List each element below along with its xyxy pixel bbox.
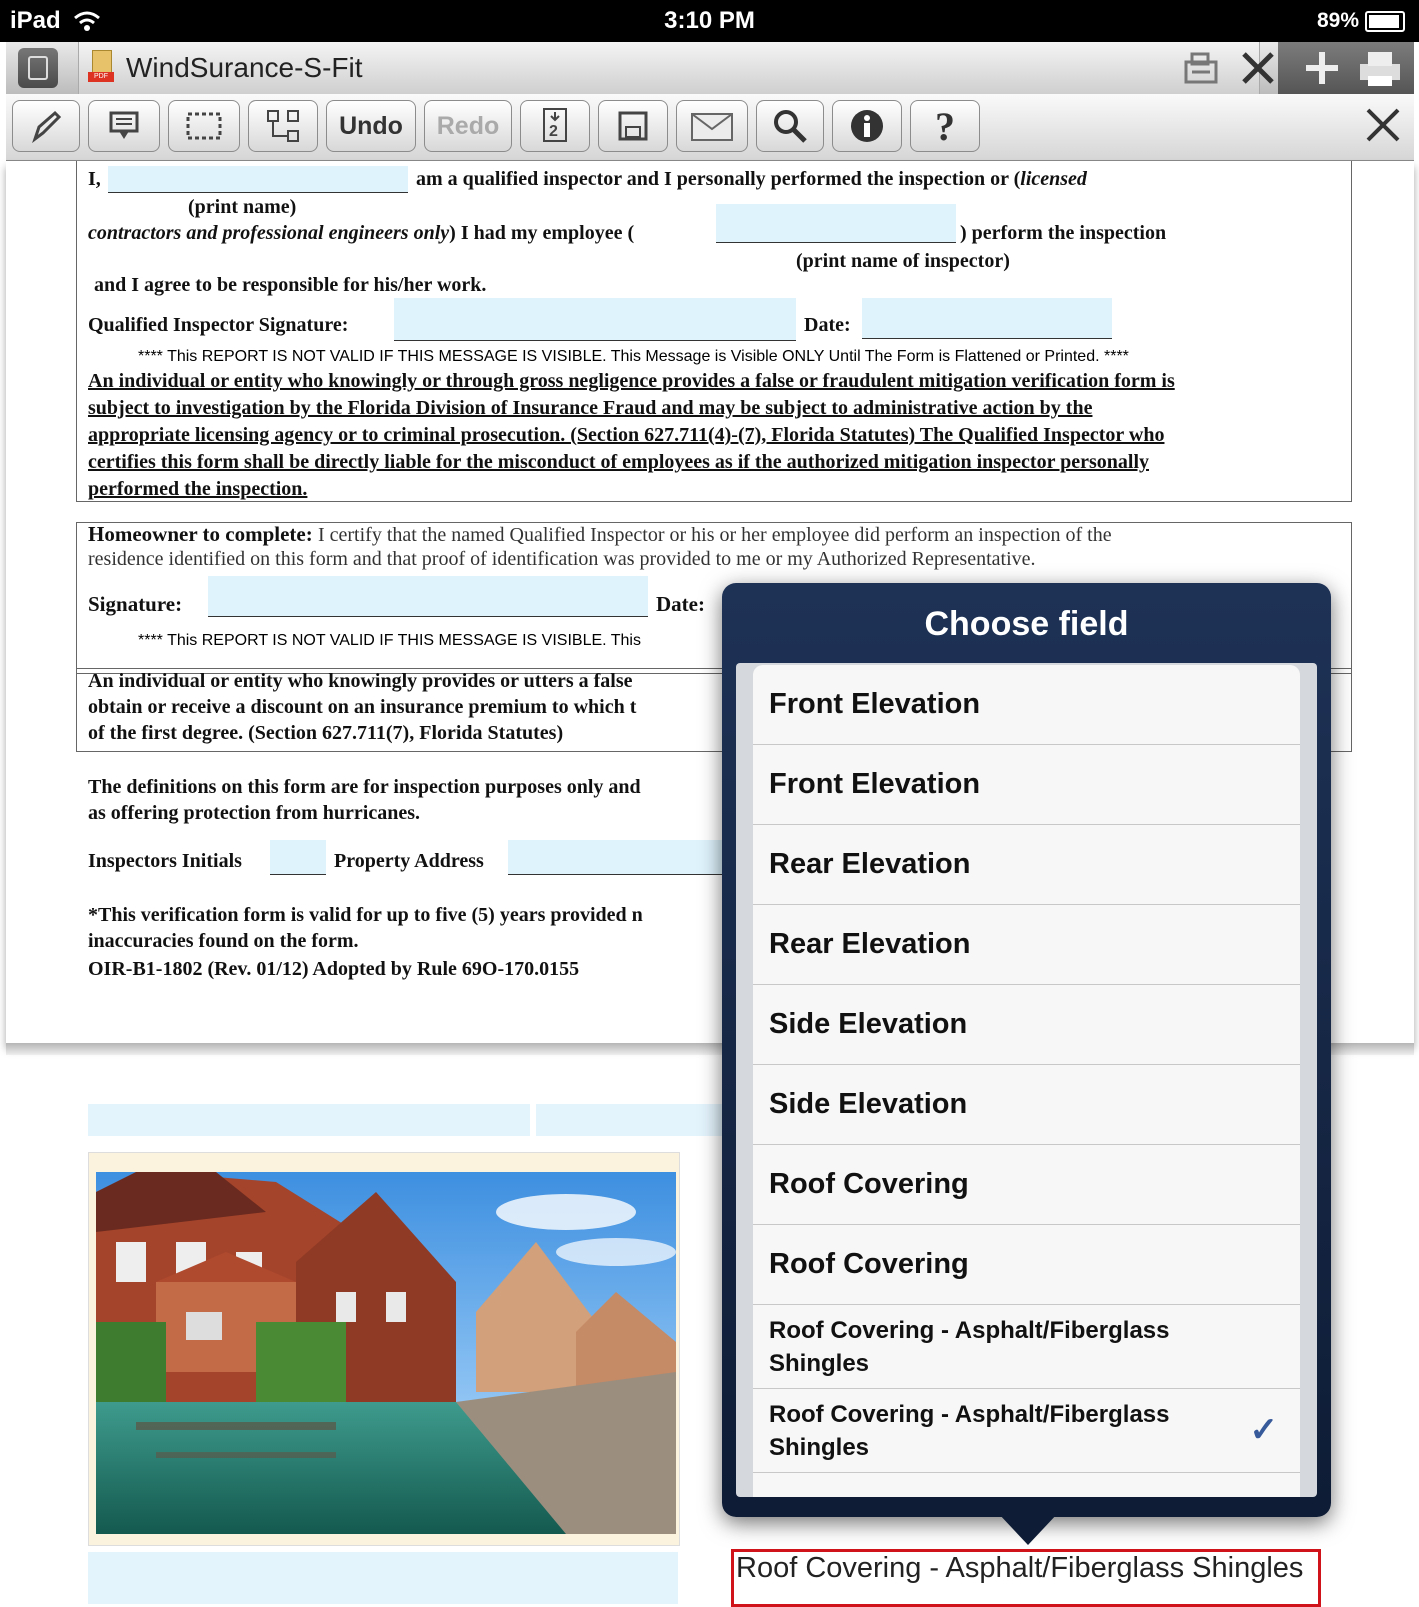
- clock: 3:10 PM: [664, 7, 755, 34]
- field-option-front-elevation-2[interactable]: Front Elevation: [753, 745, 1300, 825]
- property-address-label: Property Address: [334, 850, 484, 872]
- inspectors-initials-field[interactable]: [270, 840, 326, 875]
- homeowner-text-2: residence identified on this form and th…: [88, 548, 1036, 570]
- toolbar: Undo Redo 2 ?: [6, 94, 1414, 162]
- option-label: Side Elevation: [769, 1008, 968, 1040]
- close-document-icon[interactable]: [1364, 106, 1402, 144]
- roof-covering-field[interactable]: Roof Covering - Asphalt/Fiberglass Shing…: [731, 1549, 1321, 1607]
- search-button[interactable]: [756, 100, 824, 152]
- envelope-icon: [691, 113, 733, 141]
- document-title: WindSurance-S-Fit: [126, 52, 363, 83]
- field-option-rear-elevation-2[interactable]: Rear Elevation: [753, 905, 1300, 985]
- connect-fields-button[interactable]: [248, 100, 318, 152]
- undo-button[interactable]: Undo: [326, 100, 416, 152]
- status-bar: iPad 3:10 PM 89%: [0, 0, 1419, 42]
- gross-negligence-warning: An individual or entity who knowingly or…: [88, 370, 1175, 500]
- search-icon: [774, 110, 807, 143]
- option-label: Roof Covering - Asphalt/Fiberglass Shing…: [769, 1316, 1170, 1377]
- print-name-inspector-caption: (print name of inspector): [796, 250, 1010, 272]
- print-name-field[interactable]: [108, 166, 408, 193]
- option-label: Roof Covering - Asphalt/Fiberglass Shing…: [769, 1400, 1170, 1461]
- battery-icon: [1365, 11, 1405, 32]
- homeowner-label: Homeowner to complete: I certify that th…: [88, 522, 1112, 546]
- option-label: Rear Elevation: [769, 928, 971, 960]
- field-option-side-elevation-1[interactable]: Side Elevation: [753, 985, 1300, 1065]
- option-label: Roof Covering: [769, 1168, 969, 1200]
- pdf-file-icon: PDF: [88, 50, 114, 84]
- not-valid-message-2: **** This REPORT IS NOT VALID IF THIS ME…: [138, 632, 641, 649]
- note-icon: [109, 111, 139, 139]
- line2-text: contractors and professional engineers o…: [88, 222, 635, 244]
- field-option-roof-covering-shingles-1[interactable]: Roof Covering - Asphalt/Fiberglass Shing…: [753, 1305, 1300, 1389]
- new-tab-icon[interactable]: [1302, 48, 1342, 88]
- popover-arrow: [998, 1513, 1058, 1545]
- disk-icon: [618, 111, 648, 141]
- title-bar: PDF WindSurance-S-Fit: [6, 42, 1414, 95]
- page-button[interactable]: 2: [520, 100, 590, 152]
- qi-signature-field[interactable]: [394, 298, 796, 341]
- definitions-note: The definitions on this form are for ins…: [88, 776, 641, 824]
- building-photo[interactable]: [96, 1172, 676, 1534]
- battery-percent: 89%: [1316, 9, 1359, 32]
- qi-date-label: Date:: [804, 314, 851, 336]
- line1-prefix: I,: [88, 168, 101, 190]
- page-number-icon: 2: [543, 108, 567, 142]
- photo-caption-field-2[interactable]: [536, 1104, 736, 1136]
- responsibility-text: and I agree to be responsible for his/he…: [94, 274, 487, 296]
- info-button[interactable]: [832, 100, 902, 152]
- option-label: Rear Elevation: [769, 848, 971, 880]
- employee-name-field[interactable]: [716, 204, 956, 243]
- qi-signature-label: Qualified Inspector Signature:: [88, 314, 349, 336]
- homeowner-date-label: Date:: [656, 592, 705, 616]
- validity-note: *This verification form is valid for up …: [88, 904, 643, 952]
- popover-title: Choose field: [924, 605, 1129, 643]
- menu-icon[interactable]: [18, 48, 58, 88]
- not-valid-message: **** This REPORT IS NOT VALID IF THIS ME…: [138, 348, 1129, 365]
- field-option-roof-covering-2[interactable]: Roof Covering: [753, 1225, 1300, 1305]
- email-button[interactable]: [676, 100, 748, 152]
- print-icon[interactable]: [1356, 48, 1404, 88]
- checkmark-icon: ✓: [1249, 1411, 1279, 1449]
- option-label: Front Elevation: [769, 768, 981, 800]
- close-tab-icon[interactable]: [1240, 50, 1276, 86]
- note-button[interactable]: [88, 100, 160, 152]
- option-label: Side Elevation: [769, 1088, 968, 1120]
- qi-date-field[interactable]: [862, 298, 1112, 339]
- photo-description-field[interactable]: [88, 1552, 678, 1604]
- diagram-icon: [267, 110, 299, 142]
- homeowner-signature-label: Signature:: [88, 592, 183, 616]
- field-option-side-elevation-2[interactable]: Side Elevation: [753, 1065, 1300, 1145]
- marquee-icon: [186, 112, 222, 140]
- annotate-button[interactable]: [12, 100, 80, 152]
- field-option-roof-covering-shingles-2[interactable]: Roof Covering - Asphalt/Fiberglass Shing…: [753, 1389, 1300, 1473]
- fax-icon[interactable]: [1182, 50, 1220, 86]
- field-option-partial[interactable]: [753, 1473, 1300, 1497]
- photo-caption-field[interactable]: [88, 1104, 530, 1136]
- fraud-warning: An individual or entity who knowingly pr…: [88, 670, 637, 744]
- pen-icon: [32, 110, 62, 143]
- field-option-roof-covering-1[interactable]: Roof Covering: [753, 1145, 1300, 1225]
- field-option-front-elevation-1[interactable]: Front Elevation: [753, 665, 1300, 745]
- choose-field-popover: Choose field Front Elevation Front Eleva…: [722, 583, 1331, 1517]
- save-button[interactable]: [598, 100, 668, 152]
- info-icon: [851, 110, 883, 142]
- print-name-caption: (print name): [188, 196, 297, 218]
- option-label: Roof Covering: [769, 1248, 969, 1280]
- form-id: OIR-B1-1802 (Rev. 01/12) Adopted by Rule…: [88, 958, 580, 980]
- redo-button[interactable]: Redo: [424, 100, 512, 152]
- option-label: Front Elevation: [769, 688, 981, 720]
- help-button[interactable]: ?: [910, 100, 980, 152]
- homeowner-signature-field[interactable]: [208, 576, 648, 617]
- line2-end: ) perform the inspection: [960, 222, 1167, 244]
- inspectors-initials-label: Inspectors Initials: [88, 850, 242, 872]
- line1-text: am a qualified inspector and I personall…: [416, 168, 1087, 190]
- select-area-button[interactable]: [168, 100, 240, 152]
- property-address-field[interactable]: [508, 840, 728, 875]
- field-option-list: Front Elevation Front Elevation Rear Ele…: [736, 663, 1317, 1497]
- svg-text:2: 2: [549, 123, 558, 140]
- field-option-rear-elevation-1[interactable]: Rear Elevation: [753, 825, 1300, 905]
